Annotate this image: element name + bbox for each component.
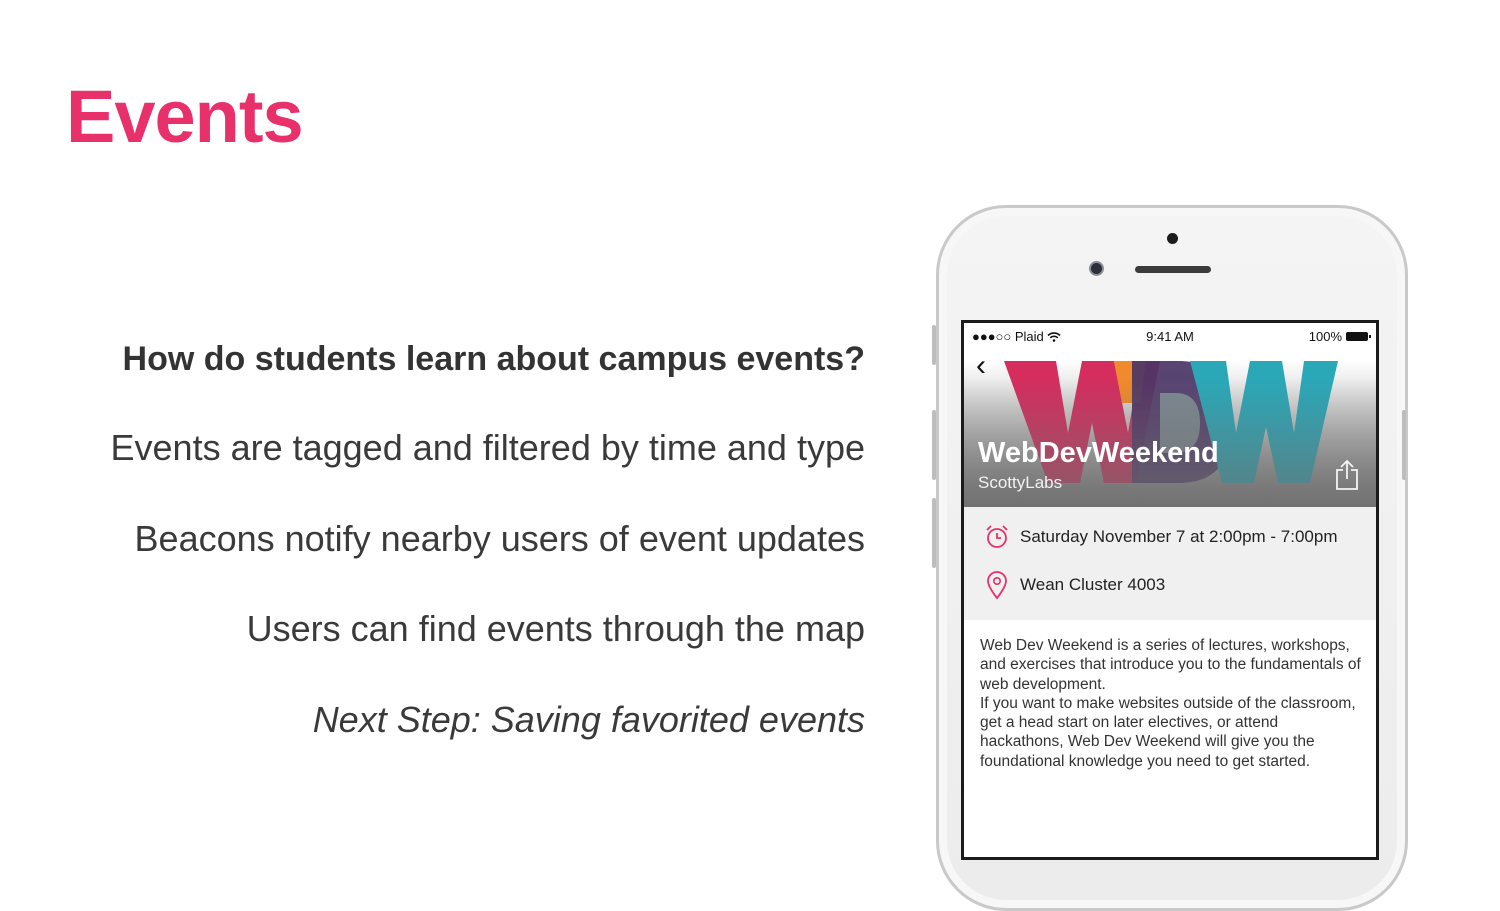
event-description: Web Dev Weekend is a series of lectures,… (980, 636, 1366, 771)
bullet-question: How do students learn about campus event… (122, 340, 865, 378)
phone-volume-down (932, 498, 936, 568)
bullet-tagging: Events are tagged and filtered by time a… (110, 427, 865, 468)
chevron-left-icon[interactable]: ‹ (976, 351, 986, 381)
phone-volume-up (932, 410, 936, 480)
bullet-next-step: Next Step: Saving favorited events (312, 699, 865, 740)
share-icon[interactable] (1334, 459, 1360, 496)
event-title: WebDevWeekend (978, 437, 1219, 469)
bullet-map: Users can find events through the map (246, 608, 865, 649)
bullet-beacons: Beacons notify nearby users of event upd… (134, 518, 865, 559)
status-bar: ●●●○○ Plaid 9:41 AM 100% (964, 323, 1376, 345)
event-location: Wean Cluster 4003 (1020, 575, 1166, 594)
map-pin-icon (987, 571, 1007, 600)
event-datetime: Saturday November 7 at 2:00pm - 7:00pm (1020, 527, 1338, 546)
phone-speaker (1135, 266, 1211, 273)
event-location-row: Wean Cluster 4003 (984, 570, 1165, 600)
phone-camera (1089, 261, 1104, 276)
battery-icon (1346, 332, 1371, 341)
event-info-panel: Saturday November 7 at 2:00pm - 7:00pm W… (964, 507, 1376, 620)
status-battery: 100% (1308, 329, 1371, 344)
slide-title: Events (66, 75, 304, 158)
phone-sensor (1167, 233, 1178, 244)
phone-power-button (1402, 410, 1406, 480)
alarm-clock-icon (986, 525, 1008, 548)
event-datetime-row: Saturday November 7 at 2:00pm - 7:00pm (984, 524, 1338, 550)
battery-percent: 100% (1308, 329, 1342, 344)
event-organizer: ScottyLabs (978, 473, 1063, 492)
event-description-paragraph-2: If you want to make websites outside of … (980, 694, 1356, 770)
phone-screen: ●●●○○ Plaid 9:41 AM 100% ‹ WebDevWeekend… (961, 320, 1379, 860)
phone-mute-switch (932, 325, 936, 365)
event-description-paragraph-1: Web Dev Weekend is a series of lectures,… (980, 637, 1361, 693)
